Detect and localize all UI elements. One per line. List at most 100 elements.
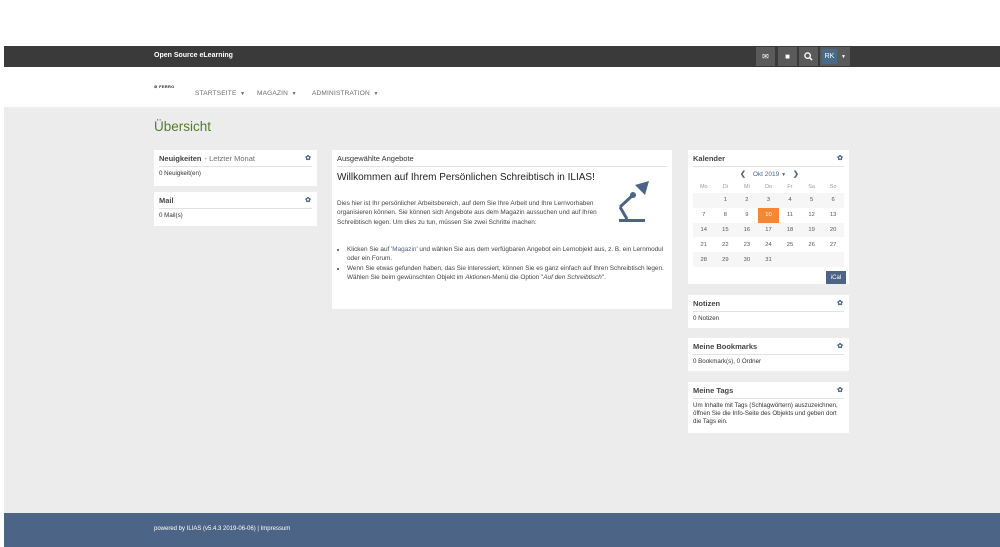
news-count: 0 Neuigkeit(en) xyxy=(159,170,201,177)
panel-title: Neuigkeiten xyxy=(159,153,202,163)
calendar-day[interactable] xyxy=(822,252,844,267)
chevron-right-icon[interactable]: ❯ xyxy=(793,170,799,178)
gear-icon[interactable]: ✿ xyxy=(837,154,843,162)
panel-title: Ausgewählte Angebote xyxy=(337,153,414,163)
gear-icon[interactable]: ✿ xyxy=(305,154,311,162)
calendar-day[interactable] xyxy=(800,252,823,267)
search-icon[interactable] xyxy=(799,47,818,66)
calendar-day[interactable]: 21 xyxy=(693,237,715,253)
chevron-down-icon: ▼ xyxy=(841,53,846,60)
gear-icon[interactable]: ✿ xyxy=(837,299,843,307)
main-menu-bar: ⊘ FERRO STARTSEITE ▼ MAGAZIN ▼ ADMINISTR… xyxy=(4,67,1000,107)
panel-title: Kalender xyxy=(693,153,726,163)
chat-icon[interactable]: ■ xyxy=(778,47,797,66)
weekday-label: Mi xyxy=(744,184,750,190)
bookmarks-panel: Meine Bookmarks ✿ 0 Bookmark(s), 0 Ordne… xyxy=(688,338,849,371)
panel-header: Meine Bookmarks ✿ xyxy=(693,338,844,355)
panel-header: Notizen ✿ xyxy=(693,295,844,312)
step-text: Klicken Sie auf ' xyxy=(347,246,393,253)
news-panel: Neuigkeiten - Letzter Monat ✿ 0 Neuigkei… xyxy=(154,150,317,186)
week-row: 7 8 9 10 11 12 13 xyxy=(693,207,844,223)
panel-header: Meine Tags ✿ xyxy=(693,382,844,399)
avatar: RK xyxy=(822,49,837,64)
calendar-day[interactable]: 25 xyxy=(779,237,801,253)
calendar-day[interactable] xyxy=(693,193,715,208)
calendar-day[interactable]: 3 xyxy=(757,193,780,208)
panel-title: Meine Tags xyxy=(693,385,734,395)
panel-title: Notizen xyxy=(693,298,721,308)
step-emphasis: Aktionen xyxy=(465,273,491,281)
calendar-day[interactable]: 2 xyxy=(736,193,758,208)
calendar-day[interactable]: 13 xyxy=(822,207,844,223)
calendar-day[interactable]: 28 xyxy=(693,252,715,267)
list-item: Klicken Sie auf 'Magazin' und wählen Sie… xyxy=(347,245,669,264)
panel-header: Kalender ✿ xyxy=(693,150,844,167)
calendar-day[interactable]: 16 xyxy=(736,222,758,238)
calendar-day[interactable]: 11 xyxy=(779,207,801,223)
calendar-day[interactable]: 22 xyxy=(714,237,737,253)
step-text: -Menü die Option " xyxy=(490,273,544,281)
chevron-left-icon[interactable]: ❮ xyxy=(740,170,746,178)
calendar-day-today[interactable]: 10 xyxy=(757,207,780,223)
tags-panel: Meine Tags ✿ Um Inhalte mit Tags (Schlag… xyxy=(688,382,849,433)
panel-header: Neuigkeiten - Letzter Monat ✿ xyxy=(159,150,312,167)
gear-icon[interactable]: ✿ xyxy=(837,386,843,394)
calendar-day[interactable]: 23 xyxy=(736,237,758,253)
weekday-label: So xyxy=(829,184,837,190)
mail-panel: Mail ✿ 0 Mail(s) xyxy=(154,192,317,226)
calendar-day[interactable]: 29 xyxy=(714,252,737,267)
calendar-day[interactable]: 19 xyxy=(800,222,823,238)
mail-icon[interactable]: ✉ xyxy=(756,47,775,66)
calendar-day[interactable]: 24 xyxy=(757,237,780,253)
nav-magazin[interactable]: MAGAZIN ▼ xyxy=(257,90,297,97)
brand-title: Open Source eLearning xyxy=(154,52,233,59)
calendar-day[interactable]: 5 xyxy=(800,193,823,208)
calendar-day[interactable]: 4 xyxy=(779,193,801,208)
calendar-panel: Kalender ✿ ❮ Okt 2019 ▼ ❯ Mo Di Mi Do Fr… xyxy=(688,150,849,284)
calendar-day[interactable]: 20 xyxy=(822,222,844,238)
calendar-nav: ❮ Okt 2019 ▼ ❯ xyxy=(740,170,799,179)
user-menu[interactable]: RK ▼ xyxy=(820,47,850,66)
calendar-day[interactable]: 17 xyxy=(757,222,780,238)
welcome-title: Willkommen auf Ihrem Persönlichen Schrei… xyxy=(337,172,595,183)
calendar-day[interactable]: 31 xyxy=(757,252,780,267)
calendar-day[interactable]: 27 xyxy=(822,237,844,253)
tags-text: Um Inhalte mit Tags (Schlagwörtern) ausz… xyxy=(693,402,838,426)
calendar-day[interactable]: 7 xyxy=(693,207,715,223)
nav-startseite[interactable]: STARTSEITE ▼ xyxy=(195,90,245,97)
welcome-text: Dies hier ist Ihr persönlicher Arbeitsbe… xyxy=(337,200,597,226)
calendar-day[interactable]: 9 xyxy=(736,207,758,223)
panel-header: Ausgewählte Angebote xyxy=(337,150,667,167)
bookmarks-count: 0 Bookmark(s), 0 Ordner xyxy=(693,358,762,365)
calendar-day[interactable]: 14 xyxy=(693,222,715,238)
calendar-day[interactable]: 8 xyxy=(714,207,737,223)
gear-icon[interactable]: ✿ xyxy=(305,196,311,204)
nav-label: ADMINISTRATION xyxy=(312,90,370,97)
footer: powered by ILIAS (v5.4.3 2019-06-06) | I… xyxy=(4,513,1000,547)
logo[interactable]: ⊘ FERRO xyxy=(154,84,175,89)
calendar-day[interactable]: 15 xyxy=(714,222,737,238)
gear-icon[interactable]: ✿ xyxy=(837,342,843,350)
calendar-day[interactable]: 6 xyxy=(822,193,844,208)
nav-administration[interactable]: ADMINISTRATION ▼ xyxy=(312,90,379,97)
step-text: ". xyxy=(601,273,606,281)
week-row: 14 15 16 17 18 19 20 xyxy=(693,222,844,238)
calendar-day[interactable]: 18 xyxy=(779,222,801,238)
month-selector[interactable]: Okt 2019 ▼ xyxy=(753,171,786,178)
calendar-day[interactable] xyxy=(779,252,801,267)
ical-button[interactable]: iCal xyxy=(826,271,846,284)
calendar-day[interactable]: 30 xyxy=(736,252,758,267)
magazin-link[interactable]: Magazin xyxy=(392,246,416,253)
calendar-day[interactable]: 12 xyxy=(800,207,823,223)
notes-panel: Notizen ✿ 0 Notizen xyxy=(688,295,849,328)
calendar-day[interactable]: 1 xyxy=(714,193,737,208)
logo-text: FERRO xyxy=(159,84,175,89)
desk-lamp-icon xyxy=(618,181,649,222)
weekday-label: Di xyxy=(722,184,728,190)
calendar-day[interactable]: 26 xyxy=(800,237,823,253)
mail-count: 0 Mail(s) xyxy=(159,212,183,219)
week-row: 1 2 3 4 5 6 xyxy=(693,193,844,208)
weekday-label: Fr xyxy=(787,184,793,190)
weekday-label: Mo xyxy=(699,184,708,190)
week-row: 28 29 30 31 xyxy=(693,252,844,267)
